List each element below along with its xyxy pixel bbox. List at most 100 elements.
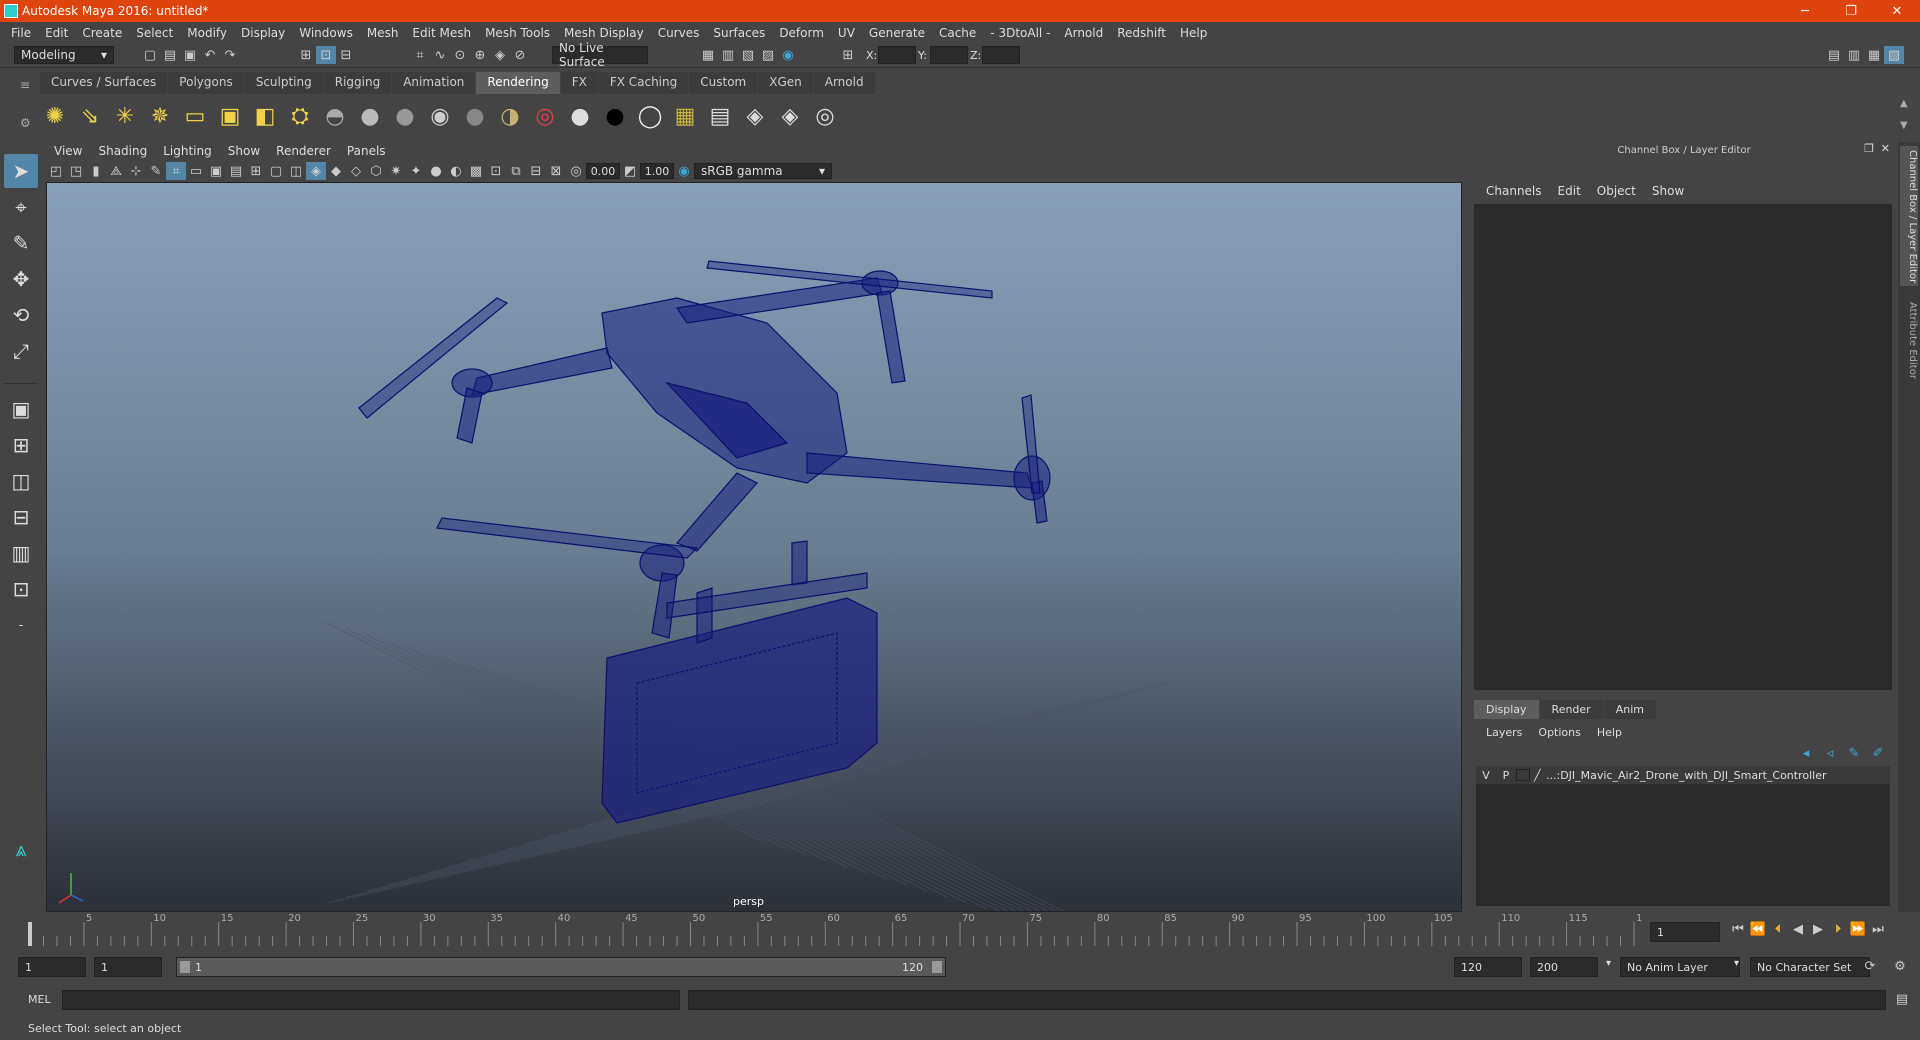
- move-layer-down-icon[interactable]: ◃: [1820, 744, 1840, 762]
- panel-float-icon[interactable]: ❐: [1864, 142, 1874, 155]
- current-time-marker[interactable]: [28, 922, 32, 946]
- script-editor-icon[interactable]: ▤: [1892, 990, 1912, 1008]
- select-tool-icon[interactable]: ➤: [4, 154, 38, 188]
- snap-curve-icon[interactable]: ∿: [430, 46, 450, 64]
- layer-menu-layers[interactable]: Layers: [1478, 726, 1530, 739]
- x-field[interactable]: [878, 46, 916, 64]
- channel-box-side-tab[interactable]: Channel Box / Layer Editor: [1900, 146, 1918, 286]
- anti-aliasing-icon[interactable]: ▩: [466, 162, 486, 180]
- grid-toggle-icon[interactable]: ⌗: [166, 162, 186, 180]
- lasso-tool-icon[interactable]: ⌖: [4, 190, 38, 224]
- persp-graph-layout-icon[interactable]: ⊟: [4, 500, 38, 534]
- render-view-icon[interactable]: ◉: [778, 46, 798, 64]
- move-tool-icon[interactable]: ✥: [4, 262, 38, 296]
- field-chart-icon[interactable]: ⊞: [246, 162, 266, 180]
- range-handle-right[interactable]: [932, 961, 942, 973]
- menu-modify[interactable]: Modify: [180, 26, 234, 40]
- shelf-tab-polygons[interactable]: Polygons: [168, 72, 244, 94]
- ramp-shader-icon[interactable]: ●: [460, 101, 490, 131]
- area-light-icon[interactable]: ▭: [180, 101, 210, 131]
- ambient-occlusion-icon[interactable]: ●: [426, 162, 446, 180]
- ipr-render-icon[interactable]: ▥: [718, 46, 738, 64]
- anisotropic-shader-icon[interactable]: ◉: [425, 101, 455, 131]
- surface-shader-white-icon[interactable]: ●: [565, 101, 595, 131]
- layer-tab-anim[interactable]: Anim: [1603, 700, 1656, 719]
- snap-point-icon[interactable]: ⊙: [450, 46, 470, 64]
- menu-help[interactable]: Help: [1173, 26, 1214, 40]
- attribute-editor-icon[interactable]: ▥: [1844, 46, 1864, 64]
- toolbox-collapse-icon[interactable]: -: [4, 608, 38, 642]
- layer-name[interactable]: ...:DJI_Mavic_Air2_Drone_with_DJI_Smart_…: [1546, 769, 1827, 782]
- exposure-icon[interactable]: ◎: [566, 162, 586, 180]
- play-backwards-icon[interactable]: ◀: [1788, 920, 1808, 938]
- shelf-tab-rigging[interactable]: Rigging: [323, 72, 392, 94]
- ambient-light-icon[interactable]: ✳: [110, 101, 140, 131]
- step-back-key-icon[interactable]: ⏪: [1748, 920, 1768, 938]
- menu-windows[interactable]: Windows: [292, 26, 360, 40]
- snap-surface-icon[interactable]: ◈: [490, 46, 510, 64]
- gate-mask-icon[interactable]: ▤: [226, 162, 246, 180]
- menu-deform[interactable]: Deform: [772, 26, 831, 40]
- go-to-start-icon[interactable]: ⏮: [1728, 920, 1748, 938]
- chevron-down-icon[interactable]: ▾: [1606, 958, 1611, 969]
- light-linking-icon[interactable]: ⛭: [285, 101, 315, 131]
- new-empty-layer-icon[interactable]: ✎: [1844, 744, 1864, 762]
- move-layer-up-icon[interactable]: ◂: [1796, 744, 1816, 762]
- layer-menu-help[interactable]: Help: [1589, 726, 1630, 739]
- layer-playback-toggle[interactable]: P: [1496, 769, 1516, 782]
- snap-view-icon[interactable]: ⊕: [470, 46, 490, 64]
- live-surface-field[interactable]: No Live Surface: [552, 41, 648, 69]
- wireframe-icon[interactable]: ◈: [306, 162, 326, 180]
- 2d-pan-zoom-icon[interactable]: ⊹: [126, 162, 146, 180]
- viewport-menu-shading[interactable]: Shading: [90, 144, 155, 158]
- shelf-tab-animation[interactable]: Animation: [392, 72, 476, 94]
- chevron-down-icon[interactable]: ▾: [1734, 958, 1739, 969]
- menu-edit[interactable]: Edit: [38, 26, 75, 40]
- single-perspective-layout-icon[interactable]: ▣: [4, 392, 38, 426]
- spot-light-icon[interactable]: ✵: [145, 101, 175, 131]
- tool-settings-icon[interactable]: ▦: [1864, 46, 1884, 64]
- hypershade-shelf-icon[interactable]: ◈: [740, 101, 770, 131]
- volume-light-icon[interactable]: ▣: [215, 101, 245, 131]
- directional-light-icon[interactable]: ⇘: [75, 101, 105, 131]
- character-set-dropdown[interactable]: No Character Set: [1750, 957, 1870, 977]
- snap-grid-icon[interactable]: ⌗: [410, 46, 430, 64]
- resolution-gate-icon[interactable]: ▣: [206, 162, 226, 180]
- new-layer-selected-icon[interactable]: ✐: [1868, 744, 1888, 762]
- save-scene-icon[interactable]: ▣: [180, 46, 200, 64]
- viewport-menu-lighting[interactable]: Lighting: [155, 144, 220, 158]
- motion-blur-icon[interactable]: ◐: [446, 162, 466, 180]
- viewport-menu-show[interactable]: Show: [220, 144, 268, 158]
- redo-icon[interactable]: ↷: [220, 46, 240, 64]
- attribute-editor-side-tab[interactable]: Attribute Editor: [1900, 302, 1918, 392]
- safe-action-icon[interactable]: ▢: [266, 162, 286, 180]
- film-gate-icon[interactable]: ▭: [186, 162, 206, 180]
- render-settings-icon[interactable]: ▧: [738, 46, 758, 64]
- xray-icon[interactable]: ⧉: [506, 162, 526, 180]
- modeling-toolkit-icon[interactable]: ▤: [1824, 46, 1844, 64]
- channel-menu-edit[interactable]: Edit: [1550, 184, 1589, 198]
- menu-file[interactable]: File: [4, 26, 38, 40]
- render-settings-shelf-icon[interactable]: ▤: [705, 101, 735, 131]
- anim-end-field[interactable]: 200: [1530, 957, 1598, 977]
- paint-select-tool-icon[interactable]: ✎: [4, 226, 38, 260]
- blinn-shader-icon[interactable]: ◓: [320, 101, 350, 131]
- grease-pencil-icon[interactable]: ✎: [146, 162, 166, 180]
- select-object-icon[interactable]: ⊡: [316, 46, 336, 64]
- layer-tab-render[interactable]: Render: [1539, 700, 1603, 719]
- shelf-tab-rendering[interactable]: Rendering: [476, 72, 560, 94]
- exposure-field[interactable]: 0.00: [586, 163, 620, 179]
- layer-color-swatch[interactable]: [1516, 769, 1530, 781]
- step-back-frame-icon[interactable]: ⏴: [1768, 920, 1788, 938]
- close-button[interactable]: ✕: [1874, 0, 1920, 22]
- play-start-field[interactable]: 1: [94, 957, 162, 977]
- wireframe-on-shaded-icon[interactable]: ◇: [346, 162, 366, 180]
- command-input[interactable]: [62, 990, 680, 1010]
- rotate-tool-icon[interactable]: ⟲: [4, 298, 38, 332]
- open-scene-icon[interactable]: ▤: [160, 46, 180, 64]
- render-sequence-icon[interactable]: ▦: [670, 101, 700, 131]
- go-to-end-icon[interactable]: ⏭: [1868, 920, 1888, 938]
- shelf-tab-xgen[interactable]: XGen: [758, 72, 813, 94]
- isolate-select-icon[interactable]: ⊡: [486, 162, 506, 180]
- xray-components-icon[interactable]: ⊠: [546, 162, 566, 180]
